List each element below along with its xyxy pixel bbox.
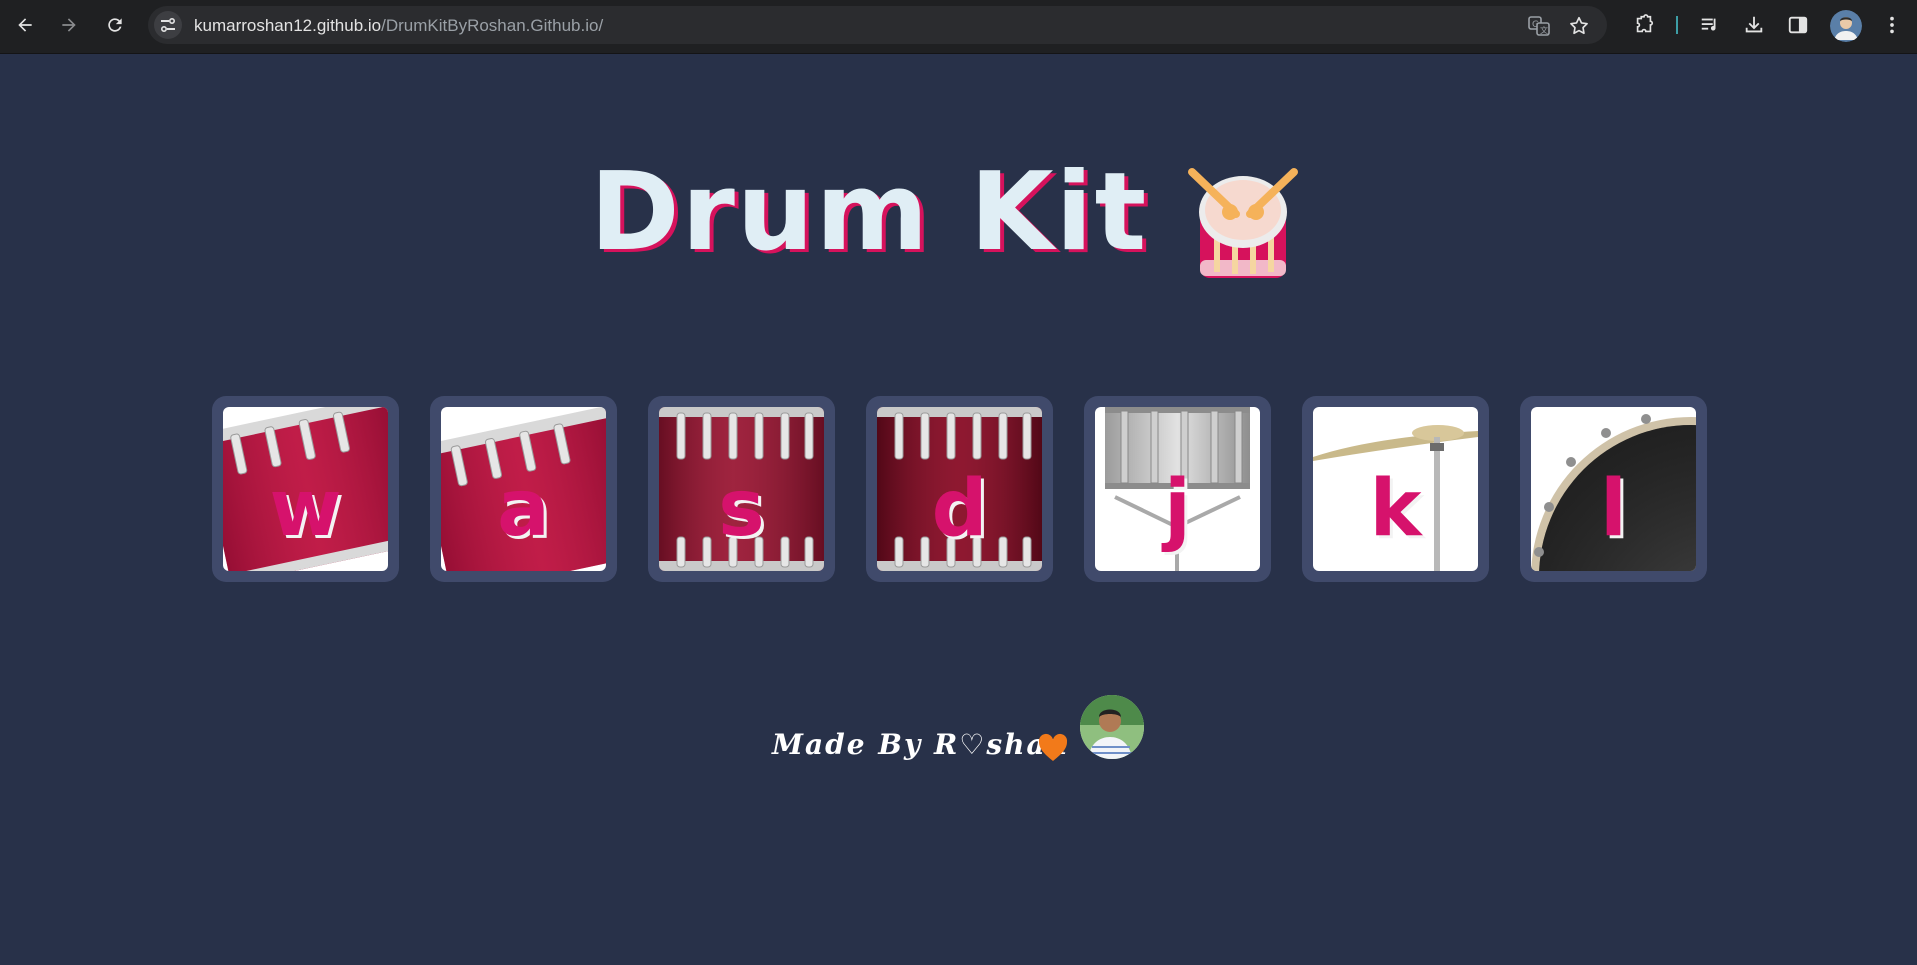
url-host: kumarroshan12.github.io [194,16,382,35]
drum-key-label: w [269,464,342,554]
reload-button[interactable] [99,9,131,41]
back-button[interactable] [9,9,41,41]
url-path: /DrumKitByRoshan.Github.io/ [381,16,604,35]
bookmark-star-icon[interactable] [1568,15,1590,37]
media-control-icon[interactable] [1698,13,1722,37]
svg-text:文: 文 [1540,25,1548,35]
address-bar[interactable]: kumarroshan12.github.io/DrumKitByRoshan.… [148,6,1607,44]
site-info-button[interactable] [154,11,182,39]
drum-key-label: l [1600,464,1627,554]
forward-button[interactable] [53,9,85,41]
drum-button-l[interactable]: l [1520,396,1707,582]
side-panel-icon[interactable] [1786,13,1810,37]
tune-icon [160,17,176,33]
arrow-right-icon [62,18,76,32]
toolbar-divider [1676,16,1678,34]
author-avatar [1080,695,1144,759]
drum-key-label: a [497,464,550,554]
drum-key-label: j [1164,464,1191,554]
drum-button-w[interactable]: w [212,396,399,582]
drum-key-label: k [1369,464,1422,554]
drum-icon [1188,168,1298,278]
extensions-puzzle-icon[interactable] [1632,13,1656,37]
drum-button-s[interactable]: s [648,396,835,582]
footer-credit: Made By R♡shan [772,728,1069,761]
drum-key-label: d [931,464,988,554]
orange-heart-icon [1038,733,1068,761]
translate-icon[interactable]: G文 [1528,15,1550,37]
drum-button-a[interactable]: a [430,396,617,582]
profile-avatar[interactable] [1830,10,1862,42]
reload-icon [108,18,122,32]
drum-button-k[interactable]: k [1302,396,1489,582]
download-icon[interactable] [1742,13,1766,37]
arrow-left-icon [18,18,32,32]
page-title: Drum Kit [590,150,1149,275]
drum-key-label: s [718,464,765,554]
drum-button-d[interactable]: d [866,396,1053,582]
more-menu-icon[interactable] [1880,13,1904,37]
browser-toolbar: kumarroshan12.github.io/DrumKitByRoshan.… [0,0,1917,54]
url-text[interactable]: kumarroshan12.github.io/DrumKitByRoshan.… [194,16,603,36]
drum-button-j[interactable]: j [1084,396,1271,582]
